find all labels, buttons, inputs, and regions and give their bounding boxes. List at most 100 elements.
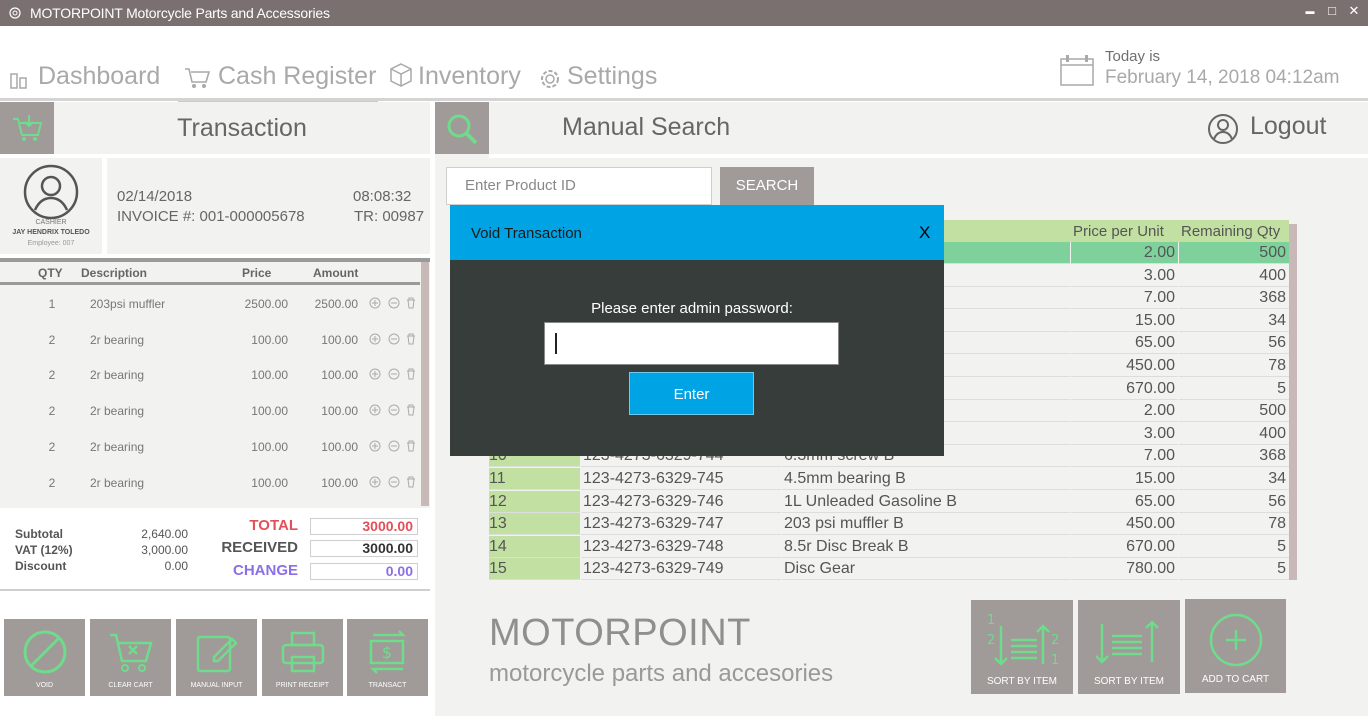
employee-id: Employee: 007 — [27, 240, 75, 247]
product-description: Disc Gear — [784, 560, 856, 578]
transaction-number: TR: 00987 — [354, 208, 425, 225]
product-remaining-qty: 78 — [1268, 515, 1286, 533]
printer-icon — [281, 631, 325, 673]
cart-item-qty: 2 — [48, 475, 56, 490]
product-price: 450.00 — [1126, 357, 1175, 374]
search-button[interactable]: SEARCH — [720, 167, 814, 205]
admin-password-input[interactable] — [544, 322, 839, 365]
clear-cart-button[interactable]: CLEAR CART — [90, 619, 171, 696]
dialog-enter-button[interactable]: Enter — [629, 372, 754, 415]
invoice-time: 08:08:32 — [353, 188, 412, 205]
product-row[interactable]: 15 123-4273-6329-749 Disc Gear 780.00 5 — [489, 558, 1289, 581]
remove-icon[interactable] — [388, 368, 400, 380]
close-button[interactable]: ✕ — [1344, 3, 1364, 19]
sort-by-item-button[interactable]: SORT BY ITEM — [1078, 600, 1180, 694]
add-icon[interactable] — [369, 440, 381, 452]
dashboard-icon — [10, 73, 27, 89]
add-icon[interactable] — [369, 476, 381, 488]
totals-divider — [0, 589, 430, 591]
product-remaining-qty: 56 — [1268, 334, 1286, 352]
print-receipt-label: PRINT RECEIPT — [275, 682, 330, 689]
cart-item-row[interactable]: 2 2r bearing 100.00 100.00 — [0, 473, 420, 509]
product-price: 65.00 — [1134, 492, 1175, 510]
nav-dashboard[interactable]: Dashboard — [10, 60, 170, 98]
plus-circle-icon — [1209, 613, 1263, 667]
product-remaining-qty: 368 — [1259, 447, 1286, 465]
products-scrollbar[interactable] — [1289, 224, 1297, 580]
search-toggle-button[interactable] — [435, 102, 489, 154]
nav-inventory[interactable]: Inventory — [388, 60, 528, 98]
add-icon[interactable] — [369, 368, 381, 380]
remove-icon[interactable] — [388, 333, 400, 345]
trash-icon[interactable] — [405, 476, 417, 488]
product-row[interactable]: 14 123-4273-6329-748 8.5r Disc Break B 670.… — [489, 535, 1289, 559]
trash-icon[interactable] — [405, 404, 417, 416]
cart-add-icon — [13, 115, 43, 141]
total-label: TOTAL — [249, 517, 298, 534]
product-row[interactable]: 11 123-4273-6329-745 4.5mm bearing B 15.00 3… — [489, 468, 1289, 491]
remove-icon[interactable] — [388, 440, 400, 452]
sort-by-item-label: SORT BY ITEM — [986, 676, 1058, 687]
received-value[interactable]: 3000.00 — [310, 540, 418, 557]
trash-icon[interactable] — [405, 297, 417, 309]
nav-settings-label: Settings — [567, 62, 658, 90]
manual-input-button[interactable]: MANUAL INPUT — [176, 619, 257, 696]
sort-by-item-asc-button[interactable]: 1 2 2 1 SORT BY ITEM — [971, 600, 1073, 694]
cart-item-row[interactable]: 2 2r bearing 100.00 100.00 — [0, 365, 420, 401]
maximize-button[interactable]: □ — [1322, 3, 1342, 18]
nav-cash-register[interactable]: Cash Register — [184, 60, 376, 98]
nav-settings[interactable]: Settings — [537, 60, 667, 98]
cart-item-row[interactable]: 2 2r bearing 100.00 100.00 — [0, 330, 420, 366]
table-top-border — [0, 258, 430, 262]
add-icon[interactable] — [369, 333, 381, 345]
product-row[interactable]: 13 123-4273-6329-747 203 psi muffler B 450.… — [489, 513, 1289, 536]
cart-item-price: 100.00 — [251, 439, 288, 454]
sort-numeric-icon: 1 2 2 1 — [987, 613, 1059, 668]
remove-icon[interactable] — [388, 297, 400, 309]
transact-button[interactable]: $ TRANSACT — [347, 619, 428, 696]
cart-scrollbar[interactable] — [421, 262, 429, 506]
dialog-title: Void Transaction — [471, 225, 582, 242]
product-price: 2.00 — [1143, 402, 1175, 420]
add-to-cart-button[interactable]: ADD TO CART — [1185, 599, 1286, 693]
product-price: 15.00 — [1134, 311, 1175, 329]
cart-item-row[interactable]: 1 203psi muffler 2500.00 2500.00 — [0, 294, 420, 330]
cashier-name: JAY HENDRIX TOLEDO — [12, 229, 90, 236]
product-id-input[interactable]: Enter Product ID — [446, 167, 712, 205]
add-icon[interactable] — [369, 297, 381, 309]
today-datetime: February 14, 2018 04:12am — [1105, 67, 1340, 88]
cart-item-row[interactable]: 2 2r bearing 100.00 100.00 — [0, 401, 420, 437]
add-icon[interactable] — [369, 404, 381, 416]
sort-by-item-label: SORT BY ITEM — [1093, 676, 1165, 687]
cashier-role: CASHIER — [35, 219, 67, 226]
product-row[interactable]: 12 123-4273-6329-746 1L Unleaded Gasoline … — [489, 490, 1289, 514]
print-receipt-button[interactable]: PRINT RECEIPT — [262, 619, 343, 696]
product-remaining-qty: 5 — [1277, 537, 1286, 555]
trash-icon[interactable] — [405, 440, 417, 452]
trash-icon[interactable] — [405, 368, 417, 380]
cart-item-amount: 100.00 — [321, 475, 358, 490]
product-remaining-qty: 400 — [1259, 266, 1286, 284]
product-remaining-qty: 5 — [1277, 560, 1286, 578]
trash-icon[interactable] — [405, 333, 417, 345]
col-price: Price — [242, 266, 272, 280]
minimize-button[interactable]: ▬ — [1300, 6, 1320, 16]
col-remaining-qty: Remaining Qty — [1181, 223, 1281, 240]
nav-divider — [0, 98, 1368, 101]
dialog-close-button[interactable]: X — [919, 223, 930, 243]
svg-text:1: 1 — [987, 613, 995, 628]
cart-item-row[interactable]: 2 2r bearing 100.00 100.00 — [0, 437, 420, 473]
cart-item-qty: 2 — [48, 332, 56, 347]
remove-icon[interactable] — [388, 404, 400, 416]
money-exchange-icon: $ — [369, 630, 407, 674]
void-button[interactable]: VOID — [4, 619, 85, 696]
discount-label: Discount — [15, 559, 67, 573]
product-price: 2.00 — [1143, 244, 1175, 261]
remove-icon[interactable] — [388, 476, 400, 488]
product-price: 3.00 — [1143, 424, 1175, 442]
admin-password-prompt: Please enter admin password: — [591, 300, 793, 317]
product-price: 670.00 — [1126, 537, 1175, 555]
cart-download-button[interactable] — [0, 102, 54, 154]
product-id: 123-4273-6329-747 — [583, 515, 724, 533]
product-number: 12 — [489, 492, 507, 510]
